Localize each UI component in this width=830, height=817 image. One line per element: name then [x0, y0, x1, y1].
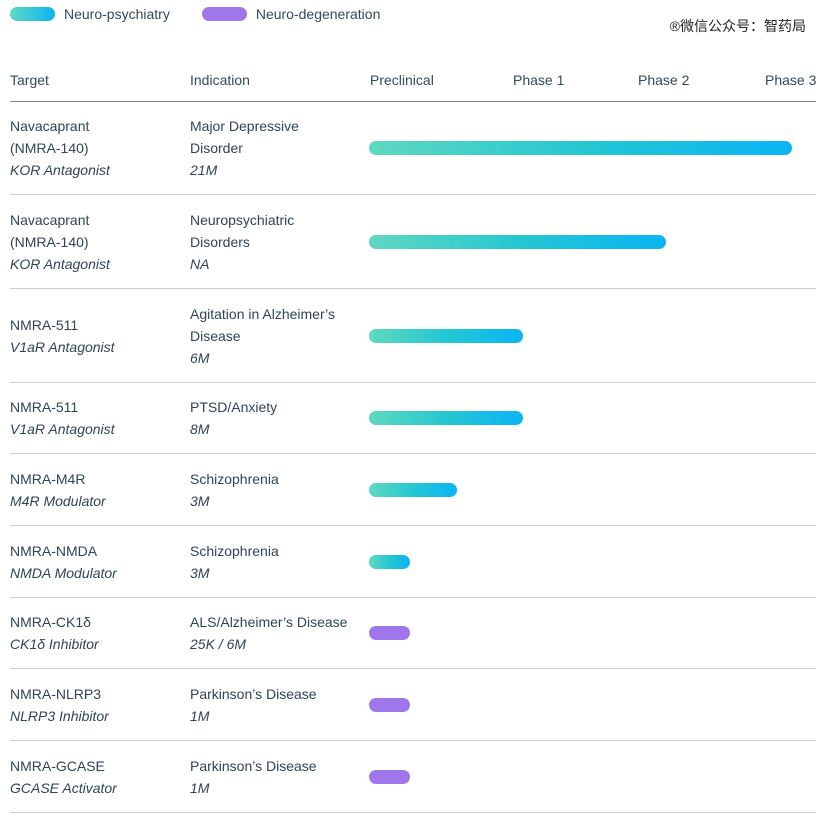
indication-name: ALS/Alzheimer’s Disease — [190, 614, 348, 630]
table-row: Navacaprant (NMRA-140) KOR Antagonist Neuro… — [10, 195, 816, 289]
target-name: (NMRA-140) — [10, 233, 89, 250]
indication-name: Neuropsychiatric — [190, 211, 295, 228]
mechanism: NMDA Modulator — [10, 564, 117, 581]
mechanism: M4R Modulator — [10, 492, 106, 509]
pipeline-progress-bar — [369, 555, 410, 569]
target-name: NMRA-GCASE — [10, 757, 105, 774]
indication-name: PTSD/Anxiety — [190, 399, 278, 415]
patient-population: NA — [190, 255, 210, 272]
table-row: NMRA-511 V1aR Antagonist PTSD/Anxiety 8M — [10, 383, 816, 454]
indication-name: Disease — [190, 327, 241, 344]
target-name: NMRA-511 — [10, 399, 79, 415]
pipeline-progress-bar — [369, 483, 457, 497]
indication-cell: Schizophrenia 3M — [190, 454, 370, 525]
indication-cell: Parkinson’s Disease 1M — [190, 741, 370, 812]
indication-name: Disorders — [190, 233, 250, 250]
legend-item-neuro-psychiatry: Neuro-psychiatry — [10, 6, 170, 22]
header-preclinical: Preclinical — [370, 72, 434, 88]
indication-cell: PTSD/Anxiety 8M — [190, 383, 370, 453]
target-cell: NMRA-511 V1aR Antagonist — [10, 289, 180, 382]
patient-population: 3M — [190, 492, 210, 509]
mechanism: NLRP3 Inhibitor — [10, 707, 109, 724]
mechanism: KOR Antagonist — [10, 162, 110, 178]
patient-population: 1M — [190, 779, 210, 796]
patient-population: 6M — [190, 349, 210, 366]
table-row: NMRA-NLRP3 NLRP3 Inhibitor Parkinson’s Dis… — [10, 669, 816, 741]
target-name: NMRA-M4R — [10, 470, 86, 487]
patient-population: 25K / 6M — [190, 636, 247, 652]
pipeline-progress-bar — [369, 235, 666, 249]
patient-population: 3M — [190, 564, 210, 581]
target-cell: Navacaprant (NMRA-140) KOR Antagonist — [10, 195, 180, 288]
watermark: ®微信公众号：智药局 — [669, 18, 806, 34]
header-phase-3: Phase 3 — [765, 72, 817, 88]
legend-label-neuro-psychiatry: Neuro-psychiatry — [64, 6, 170, 22]
target-cell: NMRA-511 V1aR Antagonist — [10, 383, 180, 453]
legend-swatch-neuro-psychiatry — [10, 7, 55, 21]
pipeline-progress-bar — [369, 698, 410, 712]
table-row: NMRA-NMDA NMDA Modulator Schizophrenia 3M — [10, 526, 816, 598]
table-row: NMRA-CK1δ CK1δ Inhibitor ALS/Alzheimer’s D… — [10, 598, 816, 669]
pipeline-progress-bar — [369, 770, 410, 784]
indication-name: Parkinson’s Disease — [190, 757, 317, 774]
header-phase-1: Phase 1 — [513, 72, 565, 88]
indication-cell: Parkinson’s Disease 1M — [190, 669, 370, 740]
mechanism: GCASE Activator — [10, 779, 117, 796]
legend-item-neuro-degeneration: Neuro-degeneration — [201, 6, 381, 22]
legend-label-neuro-degeneration: Neuro-degeneration — [255, 6, 381, 22]
table-header: Target Indication Preclinical Phase 1 Ph… — [10, 72, 816, 102]
target-cell: NMRA-NMDA NMDA Modulator — [10, 526, 180, 597]
target-cell: NMRA-NLRP3 NLRP3 Inhibitor — [10, 669, 180, 740]
target-name: NMRA-NLRP3 — [10, 685, 102, 702]
target-name: (NMRA-140) — [10, 140, 89, 156]
header-target: Target — [10, 72, 49, 88]
indication-name: Parkinson’s Disease — [190, 685, 317, 702]
patient-population: 21M — [190, 162, 218, 178]
pipeline-progress-bar — [369, 329, 523, 343]
table-row: NMRA-GCASE GCASE Activator Parkinson’s Dis… — [10, 741, 816, 813]
target-name: Navacaprant — [10, 211, 90, 228]
patient-population: 1M — [190, 707, 210, 724]
mechanism: CK1δ Inhibitor — [10, 636, 99, 652]
target-name: NMRA-NMDA — [10, 542, 98, 559]
pipeline-progress-bar — [369, 141, 792, 155]
indication-cell: Schizophrenia 3M — [190, 526, 370, 597]
target-cell: Navacaprant (NMRA-140) KOR Antagonist — [10, 102, 180, 194]
legend-swatch-neuro-degeneration — [201, 7, 247, 21]
header-phase-2: Phase 2 — [638, 72, 690, 88]
target-cell: NMRA-M4R M4R Modulator — [10, 454, 180, 525]
indication-name: Schizophrenia — [190, 470, 279, 487]
indication-cell: Major Depressive Disorder 21M — [190, 102, 370, 194]
pipeline-progress-bar — [369, 411, 523, 425]
mechanism: V1aR Antagonist — [10, 421, 115, 437]
header-indication: Indication — [190, 72, 250, 88]
indication-name: Schizophrenia — [190, 542, 279, 559]
indication-cell: Agitation in Alzheimer’s Disease 6M — [190, 289, 370, 382]
mechanism: V1aR Antagonist — [10, 338, 115, 355]
target-cell: NMRA-GCASE GCASE Activator — [10, 741, 180, 812]
indication-name: Disorder — [190, 140, 243, 156]
table-row: NMRA-511 V1aR Antagonist Agitation in Alzh… — [10, 289, 816, 383]
table-row: Navacaprant (NMRA-140) KOR Antagonist Major… — [10, 102, 816, 195]
pipeline-progress-bar — [369, 626, 410, 640]
patient-population: 8M — [190, 421, 210, 437]
indication-name: Major Depressive — [190, 118, 299, 134]
indication-cell: Neuropsychiatric Disorders NA — [190, 195, 370, 288]
mechanism: KOR Antagonist — [10, 255, 110, 272]
target-name: NMRA-CK1δ — [10, 614, 91, 630]
indication-name: Agitation in Alzheimer’s — [190, 305, 336, 322]
target-name: NMRA-511 — [10, 316, 79, 333]
target-cell: NMRA-CK1δ CK1δ Inhibitor — [10, 598, 180, 668]
table-row: NMRA-M4R M4R Modulator Schizophrenia 3M — [10, 454, 816, 526]
indication-cell: ALS/Alzheimer’s Disease 25K / 6M — [190, 598, 370, 668]
target-name: Navacaprant — [10, 118, 90, 134]
legend: Neuro-psychiatry Neuro-degeneration — [10, 4, 412, 24]
